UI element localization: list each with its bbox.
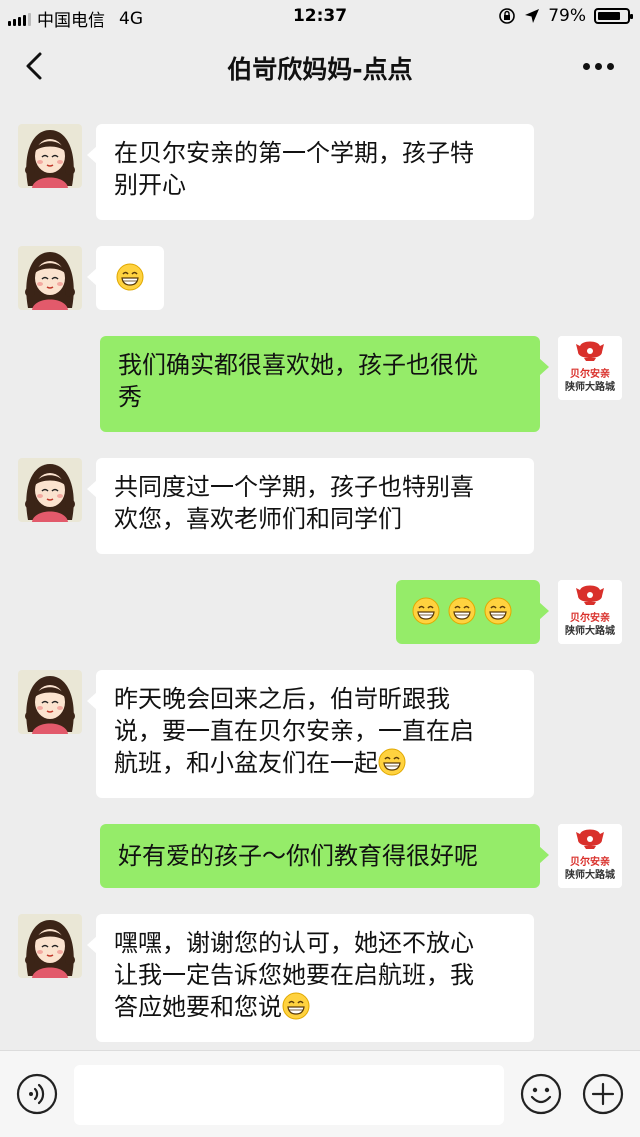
message-bubble[interactable]: 好有爱的孩子～你们教育得很好呢 [100, 824, 549, 888]
grin-emoji-icon [412, 597, 440, 625]
message-text-line: 在贝尔安亲的第一个学期，孩子特 [114, 139, 474, 167]
orientation-lock-icon [499, 8, 516, 24]
self-avatar[interactable]: 贝尔安亲 陕师大路城 [558, 336, 622, 400]
message-input[interactable] [74, 1065, 504, 1125]
message-list[interactable]: 在贝尔安亲的第一个学期，孩子特 别开心 贝尔安亲 陕师大路城 我们确实都很喜欢她… [0, 98, 640, 1050]
voice-icon[interactable] [16, 1073, 58, 1115]
status-bar: 中国电信 4G 12:37 79% [0, 0, 640, 34]
brand-name: 贝尔安亲 [570, 613, 610, 624]
message-bubble[interactable]: 我们确实都很喜欢她，孩子也很优 秀 [100, 336, 549, 432]
message-text-line: 昨天晚会回来之后，伯岢昕跟我 [114, 685, 450, 713]
grin-emoji-icon [282, 992, 310, 1020]
message-bubble[interactable]: 共同度过一个学期，孩子也特别喜 欢您，喜欢老师们和同学们 [87, 458, 534, 554]
more-options-icon[interactable] [578, 54, 618, 78]
status-right: 79% [498, 6, 633, 26]
input-bar [0, 1050, 640, 1137]
contact-avatar[interactable] [18, 670, 82, 734]
brand-branch: 陕师大路城 [565, 870, 615, 881]
message-bubble[interactable] [396, 580, 549, 644]
message-text-line: 说，要一直在贝尔安亲，一直在启 [114, 717, 474, 745]
self-avatar[interactable]: 贝尔安亲 陕师大路城 [558, 824, 622, 888]
brand-branch: 陕师大路城 [565, 382, 615, 393]
contact-avatar[interactable] [18, 246, 82, 310]
message-bubble[interactable]: 昨天晚会回来之后，伯岢昕跟我 说，要一直在贝尔安亲，一直在启 航班，和小盆友们在… [87, 670, 534, 798]
message-bubble[interactable]: 在贝尔安亲的第一个学期，孩子特 别开心 [87, 124, 534, 220]
emoji-icon[interactable] [520, 1073, 562, 1115]
plus-icon[interactable] [582, 1073, 624, 1115]
battery-percent: 79% [548, 6, 586, 26]
grin-emoji-icon [448, 597, 476, 625]
message-bubble[interactable] [87, 246, 164, 310]
message-text-line: 让我一定告诉您她要在启航班，我 [114, 961, 474, 989]
contact-avatar[interactable] [18, 458, 82, 522]
message-text-line: 别开心 [114, 171, 186, 199]
message-text-line: 答应她要和您说 [114, 993, 282, 1021]
battery-icon [594, 8, 633, 24]
message-bubble[interactable]: 嘿嘿，谢谢您的认可，她还不放心 让我一定告诉您她要在启航班，我 答应她要和您说 [87, 914, 534, 1042]
brand-branch: 陕师大路城 [565, 626, 615, 637]
grin-emoji-icon [484, 597, 512, 625]
message-text-line: 欢您，喜欢老师们和同学们 [114, 505, 402, 533]
message-text-line: 秀 [118, 383, 142, 411]
grin-emoji-icon [378, 748, 406, 776]
brand-name: 贝尔安亲 [570, 857, 610, 868]
message-text-line: 我们确实都很喜欢她，孩子也很优 [118, 351, 478, 379]
self-avatar[interactable]: 贝尔安亲 陕师大路城 [558, 580, 622, 644]
contact-avatar[interactable] [18, 124, 82, 188]
location-icon [525, 9, 540, 23]
message-text-line: 好有爱的孩子～你们教育得很好呢 [118, 842, 478, 870]
nav-bar: 伯岢欣妈妈-点点 [0, 34, 640, 98]
message-text-line: 嘿嘿，谢谢您的认可，她还不放心 [114, 929, 474, 957]
message-text-line: 航班，和小盆友们在一起 [114, 749, 378, 777]
chat-title: 伯岢欣妈妈-点点 [227, 55, 413, 84]
grin-emoji-icon [116, 263, 144, 291]
message-text-line: 共同度过一个学期，孩子也特别喜 [114, 473, 474, 501]
brand-name: 贝尔安亲 [570, 369, 610, 380]
contact-avatar[interactable] [18, 914, 82, 978]
